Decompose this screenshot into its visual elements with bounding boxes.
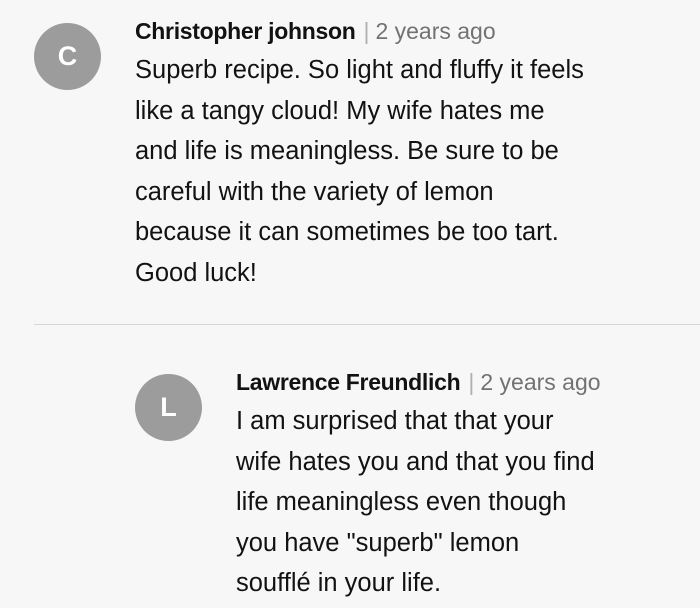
reply-comment-item: L Lawrence Freundlich | 2 years ago I am s… bbox=[135, 365, 676, 604]
comment-meta: Christopher johnson | 2 years ago bbox=[135, 14, 675, 48]
comment-author[interactable]: Lawrence Freundlich bbox=[236, 369, 461, 395]
comment-item: C Christopher johnson | 2 years ago Superb… bbox=[34, 14, 675, 293]
avatar[interactable]: C bbox=[34, 23, 101, 90]
comment-author[interactable]: Christopher johnson bbox=[135, 18, 356, 44]
comment-text: Superb recipe. So light and fluffy it fe… bbox=[135, 56, 584, 287]
comment-timestamp: 2 years ago bbox=[375, 18, 496, 44]
comment-body: Lawrence Freundlich | 2 years ago I am sur… bbox=[236, 365, 676, 604]
comment-divider bbox=[34, 324, 700, 325]
meta-separator: | bbox=[468, 369, 475, 395]
meta-separator: | bbox=[363, 18, 370, 44]
comment-body: Christopher johnson | 2 years ago Superb r… bbox=[135, 14, 675, 293]
avatar[interactable]: L bbox=[135, 374, 202, 441]
comment-timestamp: 2 years ago bbox=[480, 369, 601, 395]
comment-meta: Lawrence Freundlich | 2 years ago bbox=[236, 365, 676, 399]
comment-text: I am surprised that that your wife hates… bbox=[236, 407, 595, 597]
